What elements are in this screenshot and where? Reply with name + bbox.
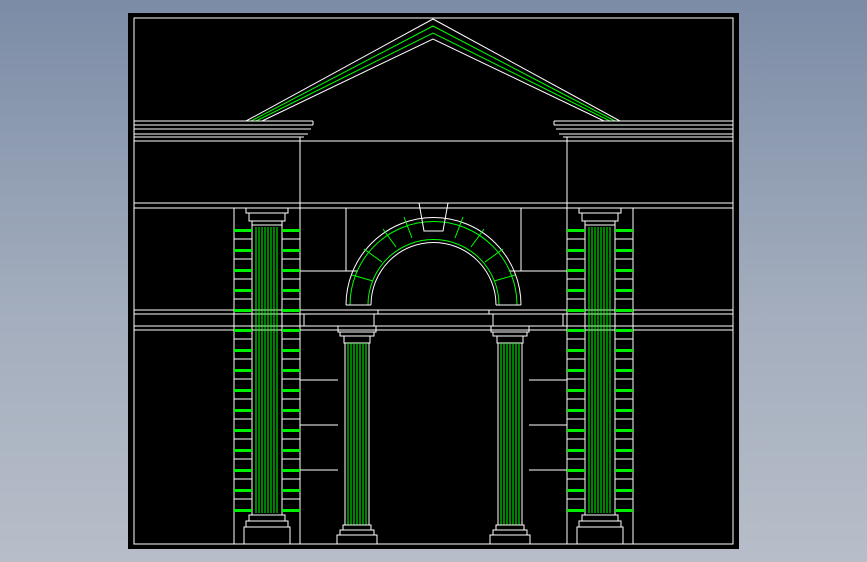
cad-drawing-viewport[interactable] bbox=[128, 13, 739, 549]
string-course bbox=[134, 309, 733, 331]
impost-left bbox=[299, 309, 379, 333]
pilaster-left bbox=[233, 207, 301, 545]
impost-right bbox=[488, 309, 568, 333]
keystone bbox=[418, 202, 449, 232]
cornice-left bbox=[134, 120, 314, 138]
voussoirs bbox=[351, 216, 516, 282]
column-right bbox=[489, 331, 531, 545]
arch-facade-elevation bbox=[133, 17, 734, 545]
pilaster-right bbox=[566, 207, 634, 545]
drawing-border bbox=[133, 17, 734, 545]
frieze bbox=[134, 137, 733, 209]
wall-courses bbox=[299, 208, 568, 544]
pediment bbox=[245, 18, 621, 122]
arch bbox=[345, 216, 522, 306]
column-left bbox=[336, 331, 378, 545]
rusticated-blocks-right bbox=[567, 229, 633, 512]
rusticated-blocks-left bbox=[234, 229, 300, 512]
cornice-right bbox=[553, 120, 733, 138]
